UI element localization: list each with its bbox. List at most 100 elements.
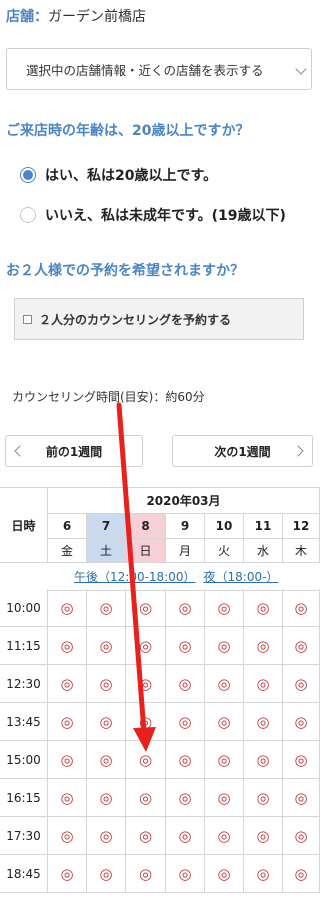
available-slot[interactable]: ◎ (126, 779, 166, 817)
available-slot[interactable]: ◎ (205, 779, 244, 817)
available-slot[interactable]: ◎ (166, 779, 205, 817)
available-slot[interactable]: ◎ (166, 703, 205, 741)
available-slot[interactable]: ◎ (126, 627, 166, 665)
chevron-down-icon (295, 63, 307, 75)
chevron-left-icon (14, 445, 26, 457)
time-label: 13:45 (0, 703, 48, 741)
available-slot[interactable]: ◎ (283, 817, 320, 855)
age-option-yes[interactable]: はい、私は20歳以上です。 (20, 165, 217, 185)
calendar-corner-label: 日時 (0, 487, 48, 563)
calendar-weekday: 火 (205, 539, 244, 563)
radio-selected-icon[interactable] (20, 167, 36, 183)
time-label: 17:30 (0, 817, 48, 855)
calendar-date: 12 (283, 514, 320, 539)
store-info-select[interactable]: 選択中の店舗情報・近くの店舗を表示する (6, 48, 312, 90)
available-slot[interactable]: ◎ (166, 855, 205, 893)
time-label: 10:00 (0, 589, 48, 627)
available-slot[interactable]: ◎ (244, 817, 283, 855)
store-name: ガーデン前橋店 (48, 9, 146, 25)
calendar-date: 7 (87, 514, 126, 539)
calendar-weekday: 金 (48, 539, 87, 563)
available-slot[interactable]: ◎ (87, 741, 126, 779)
calendar-weekday: 土 (87, 539, 126, 563)
available-slot[interactable]: ◎ (48, 855, 87, 893)
available-slot[interactable]: ◎ (283, 855, 320, 893)
age-option-no-label: いいえ、私は未成年です。(19歳以下) (45, 208, 286, 224)
available-slot[interactable]: ◎ (87, 817, 126, 855)
available-slot[interactable]: ◎ (244, 741, 283, 779)
time-label: 16:15 (0, 779, 48, 817)
available-slot[interactable]: ◎ (205, 817, 244, 855)
available-slot[interactable]: ◎ (283, 703, 320, 741)
available-slot[interactable]: ◎ (87, 703, 126, 741)
prev-week-button[interactable]: 前の1週間 (5, 435, 143, 467)
calendar-date: 9 (166, 514, 205, 539)
filter-night-link[interactable]: 夜（18:00-） (204, 568, 279, 585)
available-slot[interactable]: ◎ (126, 665, 166, 703)
available-slot[interactable]: ◎ (48, 627, 87, 665)
age-question-title: ご来店時の年齢は、20歳以上ですか？ (6, 123, 250, 139)
available-slot[interactable]: ◎ (244, 703, 283, 741)
available-slot[interactable]: ◎ (87, 855, 126, 893)
time-label: 15:00 (0, 741, 48, 779)
available-slot[interactable]: ◎ (244, 855, 283, 893)
calendar-month: 2020年03月 (48, 487, 320, 514)
available-slot[interactable]: ◎ (283, 741, 320, 779)
available-slot[interactable]: ◎ (205, 589, 244, 627)
calendar-date: 6 (48, 514, 87, 539)
store-label: 店舗： (6, 9, 48, 25)
available-slot[interactable]: ◎ (166, 589, 205, 627)
available-slot[interactable]: ◎ (283, 589, 320, 627)
next-week-button[interactable]: 次の1週間 (172, 435, 313, 467)
available-slot[interactable]: ◎ (48, 817, 87, 855)
available-slot[interactable]: ◎ (166, 665, 205, 703)
calendar-weekday: 月 (166, 539, 205, 563)
available-slot[interactable]: ◎ (283, 665, 320, 703)
available-slot[interactable]: ◎ (166, 627, 205, 665)
radio-unselected-icon[interactable] (20, 207, 36, 223)
pair-reservation-label: ２人分のカウンセリングを予約する (39, 312, 232, 327)
available-slot[interactable]: ◎ (205, 741, 244, 779)
available-slot[interactable]: ◎ (283, 779, 320, 817)
age-option-yes-label: はい、私は20歳以上です。 (45, 168, 218, 184)
available-slot[interactable]: ◎ (244, 589, 283, 627)
available-slot[interactable]: ◎ (283, 627, 320, 665)
available-slot[interactable]: ◎ (87, 589, 126, 627)
available-slot[interactable]: ◎ (205, 703, 244, 741)
time-filter-row: 午後（12:00-18:00） 夜（18:00-） (48, 563, 320, 591)
available-slot[interactable]: ◎ (126, 855, 166, 893)
available-slot[interactable]: ◎ (126, 703, 166, 741)
available-slot[interactable]: ◎ (87, 627, 126, 665)
available-slot[interactable]: ◎ (48, 779, 87, 817)
pair-question-title: お２人様での予約を希望されますか？ (6, 263, 244, 279)
store-info-select-label: 選択中の店舗情報・近くの店舗を表示する (26, 62, 264, 78)
available-slot[interactable]: ◎ (205, 855, 244, 893)
available-slot[interactable]: ◎ (87, 665, 126, 703)
next-week-label: 次の1週間 (214, 444, 271, 459)
available-slot[interactable]: ◎ (48, 589, 87, 627)
pair-reservation-checkbox[interactable]: ２人分のカウンセリングを予約する (14, 298, 304, 340)
available-slot[interactable]: ◎ (244, 779, 283, 817)
available-slot[interactable]: ◎ (126, 741, 166, 779)
available-slot[interactable]: ◎ (244, 665, 283, 703)
available-slot[interactable]: ◎ (48, 665, 87, 703)
available-slot[interactable]: ◎ (205, 627, 244, 665)
calendar-weekday: 日 (126, 539, 166, 563)
available-slot[interactable]: ◎ (126, 817, 166, 855)
available-slot[interactable]: ◎ (48, 741, 87, 779)
checkbox-icon[interactable] (23, 314, 32, 324)
available-slot[interactable]: ◎ (48, 703, 87, 741)
time-label: 11:15 (0, 627, 48, 665)
available-slot[interactable]: ◎ (244, 627, 283, 665)
filter-afternoon-link[interactable]: 午後（12:00-18:00） (74, 568, 196, 585)
available-slot[interactable]: ◎ (166, 741, 205, 779)
calendar-date: 11 (244, 514, 283, 539)
calendar-weekday: 木 (283, 539, 320, 563)
available-slot[interactable]: ◎ (87, 779, 126, 817)
time-label: 18:45 (0, 855, 48, 893)
available-slot[interactable]: ◎ (166, 817, 205, 855)
available-slot[interactable]: ◎ (205, 665, 244, 703)
age-option-no[interactable]: いいえ、私は未成年です。(19歳以下) (20, 205, 286, 225)
available-slot[interactable]: ◎ (126, 589, 166, 627)
calendar-date: 8 (126, 514, 166, 539)
